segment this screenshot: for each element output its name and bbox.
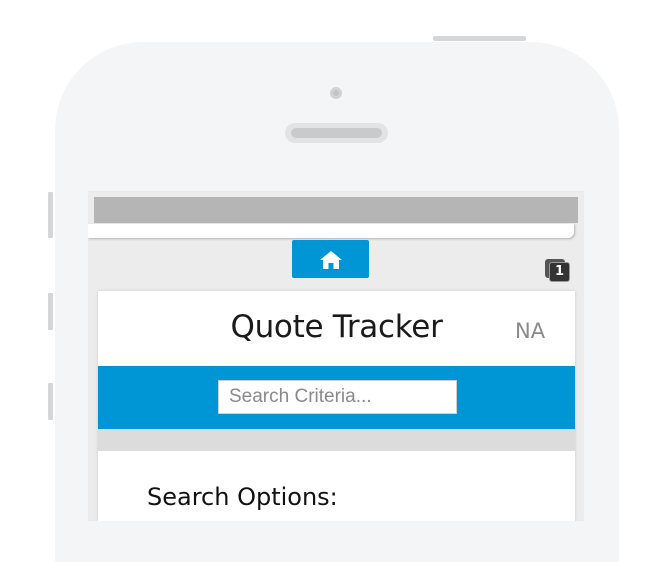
phone-speaker: [285, 123, 388, 143]
search-bar: [98, 366, 575, 429]
phone-screen: 1 Quote Tracker NA Search Options:: [88, 191, 584, 521]
search-input[interactable]: [218, 380, 457, 414]
section-divider: [98, 429, 575, 451]
notification-badge: 1: [549, 262, 570, 282]
home-icon: [320, 251, 342, 269]
phone-power-button: [433, 36, 526, 41]
phone-volume-down-button: [48, 383, 53, 420]
region-label[interactable]: NA: [515, 319, 545, 343]
top-strip: [88, 224, 574, 238]
home-button[interactable]: [292, 240, 369, 278]
notification-icon[interactable]: 1: [545, 259, 571, 282]
quote-tracker-card: Quote Tracker NA Search Options:: [98, 291, 575, 521]
phone-mute-switch: [48, 192, 53, 238]
phone-camera: [330, 87, 342, 99]
page-title: Quote Tracker: [230, 309, 443, 345]
search-options-heading: Search Options:: [147, 483, 338, 511]
status-bar: [94, 197, 578, 223]
phone-volume-up-button: [48, 293, 53, 330]
search-options-panel: Search Options:: [98, 451, 575, 521]
